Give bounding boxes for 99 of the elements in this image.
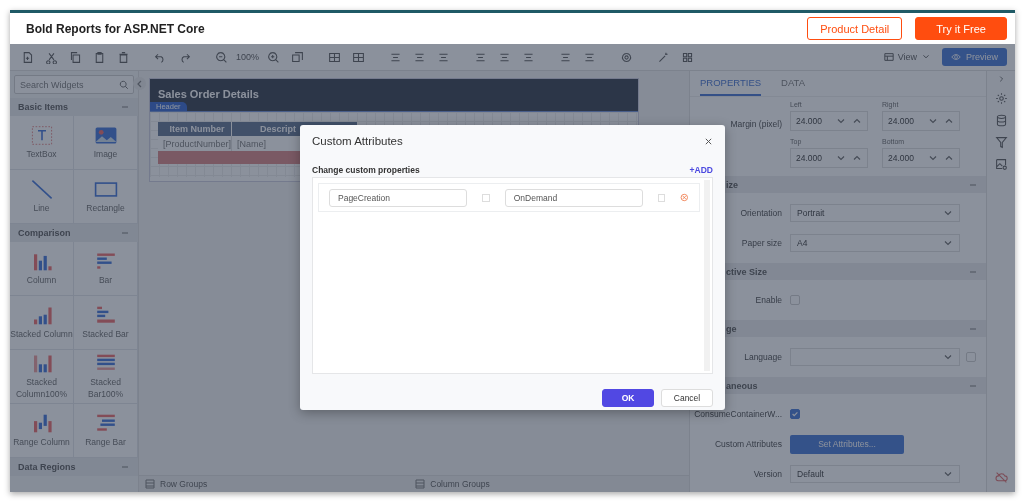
value-input[interactable]: OnDemand	[504, 188, 643, 207]
widget-item[interactable]: TextBox	[10, 116, 74, 170]
new-file-icon[interactable]	[21, 50, 34, 64]
remove-icon[interactable]	[680, 193, 689, 202]
list-icon	[145, 479, 155, 489]
app-title: Bold Reports for ASP.NET Core	[26, 21, 205, 36]
dropdown-field[interactable]: A4	[790, 234, 960, 252]
cut-icon[interactable]	[45, 50, 58, 64]
grid-icon[interactable]	[681, 50, 695, 64]
table-icon[interactable]	[328, 50, 342, 64]
property-label: Orientation	[739, 208, 783, 218]
name-input[interactable]: PageCreation	[329, 188, 467, 207]
header-button[interactable]: Try it Free	[915, 17, 1007, 40]
property-label: Version	[752, 469, 783, 479]
group-pane-label[interactable]: Column Groups	[415, 479, 490, 489]
delete-icon[interactable]	[117, 50, 130, 64]
chevron-up-icon[interactable]	[852, 153, 862, 163]
chevron-down-icon	[943, 469, 953, 479]
section-title: ize	[726, 179, 738, 190]
section-title: ge	[726, 323, 737, 334]
search-icon	[119, 80, 129, 90]
widget-item[interactable]: Range Bar	[74, 404, 138, 458]
table-header-cell: Item Number	[158, 122, 232, 136]
checkbox[interactable]	[790, 409, 800, 419]
section-title: aneous	[726, 380, 758, 391]
wand-icon[interactable]	[657, 50, 671, 64]
filter-icon[interactable]	[994, 136, 1008, 149]
header-button[interactable]: Product Detail	[807, 17, 903, 40]
eye-icon	[951, 52, 961, 62]
widget-item[interactable]: Column	[10, 242, 74, 296]
add-link[interactable]: +ADD	[689, 165, 713, 175]
close-icon[interactable]	[704, 136, 713, 146]
widget-item[interactable]: Image	[74, 116, 138, 170]
property-label: Paper size	[740, 238, 783, 248]
set-attributes-button[interactable]: Set Attributes...	[790, 434, 904, 454]
line-icon	[29, 178, 54, 200]
layers-icon[interactable]	[291, 50, 305, 64]
group-title: Data Regions	[18, 462, 76, 472]
textbox-icon	[29, 124, 54, 146]
dropdown-field[interactable]	[790, 348, 960, 366]
dropdown-field[interactable]: Default	[790, 465, 960, 483]
group-title: Comparison	[18, 228, 71, 238]
widget-item[interactable]: Stacked Column	[10, 296, 74, 350]
list-icon	[415, 479, 426, 489]
property-label: ConsumeContainerW...	[693, 409, 783, 419]
panel-tab[interactable]: PROPERTIES	[700, 71, 762, 96]
chevron-up-icon[interactable]	[944, 116, 954, 126]
widget-item[interactable]: Line	[10, 170, 74, 224]
image-settings-icon[interactable]	[994, 158, 1008, 171]
widget-item[interactable]: Stacked Bar100%	[74, 350, 138, 404]
dialog-button[interactable]: Cancel	[661, 389, 713, 407]
field-label: Margin (pixel)	[729, 118, 782, 130]
numeric-field[interactable]: 24.000	[882, 148, 960, 168]
chevron-down-icon[interactable]	[836, 116, 846, 126]
database-icon[interactable]	[994, 114, 1008, 127]
group-title: Basic Items	[18, 102, 69, 112]
widget-group-header[interactable]: Basic Items	[10, 98, 138, 116]
report-title: Sales Order Details	[158, 88, 259, 100]
widget-item[interactable]: Rectangle	[74, 170, 138, 224]
chevron-down-icon	[943, 238, 953, 248]
widget-item[interactable]: Range Column	[10, 404, 74, 458]
chevron-down-icon	[943, 352, 953, 362]
property-label: Language	[743, 352, 783, 362]
zoom-level[interactable]: 100%	[236, 52, 260, 62]
numeric-field[interactable]: 24.000	[790, 111, 868, 131]
table-icon[interactable]	[352, 50, 366, 64]
chevron-up-icon[interactable]	[944, 153, 954, 163]
view-dropdown[interactable]: View	[883, 52, 931, 62]
property-label: Custom Attributes	[713, 439, 783, 449]
target-icon[interactable]	[620, 50, 634, 64]
cloud-off-icon[interactable]	[994, 471, 1008, 484]
copy-icon[interactable]	[69, 50, 82, 64]
chevron-down-icon[interactable]	[928, 153, 938, 163]
preview-button[interactable]: Preview	[942, 48, 1007, 66]
table-cell: [ProductNumber]	[158, 136, 232, 151]
widget-item[interactable]: Stacked Column100%	[10, 350, 74, 404]
widget-item[interactable]: Bar	[74, 242, 138, 296]
chevron-up-icon[interactable]	[852, 116, 862, 126]
section-title: Change custom properties	[312, 165, 420, 175]
widget-item[interactable]: Stacked Bar	[74, 296, 138, 350]
numeric-field[interactable]: 24.000	[882, 111, 960, 131]
zoom-out-icon[interactable]	[215, 50, 228, 64]
dialog-button[interactable]: OK	[602, 389, 654, 407]
dropdown-field[interactable]: Portrait	[790, 204, 960, 222]
section-title: ctive Size	[726, 266, 768, 277]
numeric-field[interactable]: 24.000	[790, 148, 868, 168]
group-pane-label[interactable]: Row Groups	[145, 479, 208, 489]
widget-group-header[interactable]: Comparison	[10, 224, 138, 242]
layout-icon	[883, 52, 894, 62]
panel-tab[interactable]: DATA	[781, 71, 805, 96]
chevron-down-icon	[943, 208, 953, 218]
zoom-in-icon[interactable]	[267, 50, 281, 64]
chevron-right-icon[interactable]	[997, 75, 1005, 83]
settings-icon[interactable]	[994, 92, 1008, 105]
property-label: Enable	[754, 295, 783, 305]
chevron-down-icon[interactable]	[836, 153, 846, 163]
chevron-down-icon[interactable]	[928, 116, 938, 126]
widget-group-header[interactable]: Data Regions	[10, 458, 138, 476]
paste-icon[interactable]	[93, 50, 106, 64]
